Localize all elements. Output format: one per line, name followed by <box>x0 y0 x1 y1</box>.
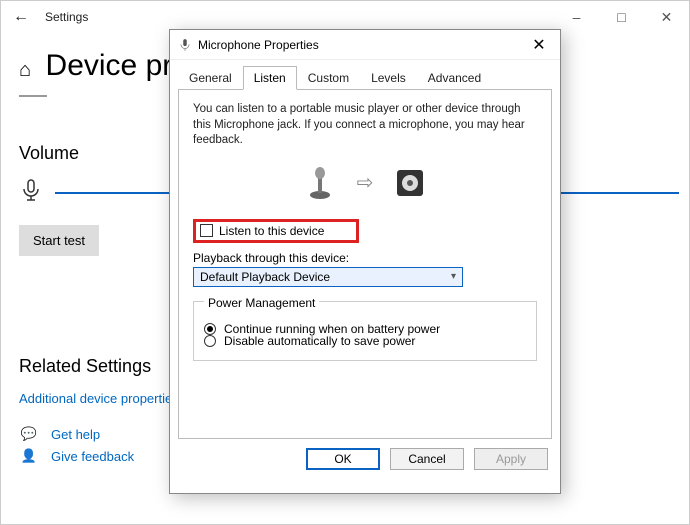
apply-button[interactable]: Apply <box>474 448 548 470</box>
arrow-right-icon: ⇨ <box>357 170 374 195</box>
playback-device-dropdown[interactable]: Default Playback Device ▾ <box>193 267 463 287</box>
listen-to-device-checkbox[interactable] <box>200 224 213 237</box>
listen-description: You can listen to a portable music playe… <box>193 102 537 149</box>
back-button[interactable]: ← <box>1 8 41 26</box>
help-icon: 💬 <box>19 426 39 442</box>
radio-disable-auto[interactable] <box>204 335 216 347</box>
settings-window-title: Settings <box>45 10 88 24</box>
start-test-button[interactable]: Start test <box>19 225 99 256</box>
tab-listen[interactable]: Listen <box>243 66 297 90</box>
dialog-microphone-icon <box>178 38 192 52</box>
microphone-properties-dialog: Microphone Properties ✕ General Listen C… <box>169 29 561 494</box>
microphone-icon <box>19 178 43 207</box>
chevron-down-icon: ▾ <box>451 271 456 282</box>
tab-custom[interactable]: Custom <box>297 66 360 90</box>
maximize-button[interactable]: □ <box>599 1 644 33</box>
playback-device-value: Default Playback Device <box>200 270 330 284</box>
give-feedback-link[interactable]: Give feedback <box>51 449 134 464</box>
dialog-title: Microphone Properties <box>198 38 319 52</box>
microphone-device-icon <box>305 163 335 203</box>
listen-to-device-label: Listen to this device <box>219 224 324 238</box>
tab-advanced[interactable]: Advanced <box>417 66 492 90</box>
cancel-button[interactable]: Cancel <box>390 448 464 470</box>
listen-to-device-highlight: Listen to this device <box>193 219 359 243</box>
tab-levels[interactable]: Levels <box>360 66 417 90</box>
power-management-legend: Power Management <box>204 296 319 310</box>
speaker-device-icon <box>395 163 425 203</box>
tab-general[interactable]: General <box>178 66 243 90</box>
dialog-close-button[interactable]: ✕ <box>526 35 552 55</box>
radio-continue-running[interactable] <box>204 323 216 335</box>
close-button[interactable]: ✕ <box>644 1 689 33</box>
radio-disable-auto-label: Disable automatically to save power <box>224 334 415 348</box>
ok-button[interactable]: OK <box>306 448 380 470</box>
playback-through-label: Playback through this device: <box>193 251 537 265</box>
feedback-icon: 👤 <box>19 448 39 464</box>
home-icon[interactable]: ⌂ <box>19 59 31 82</box>
divider <box>19 95 47 97</box>
get-help-link[interactable]: Get help <box>51 427 100 442</box>
